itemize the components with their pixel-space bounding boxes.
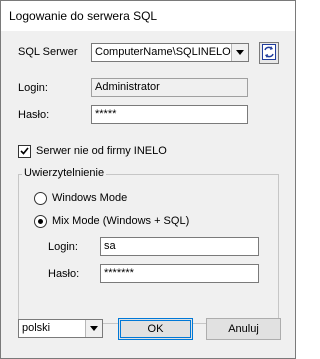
language-value: polski bbox=[22, 322, 51, 334]
cancel-button-label: Anuluj bbox=[228, 323, 259, 335]
non-inelo-checkbox[interactable] bbox=[18, 145, 31, 158]
ok-button[interactable]: OK bbox=[118, 318, 193, 340]
sql-password-label: Hasło: bbox=[48, 268, 80, 280]
sql-password-field[interactable]: ******* bbox=[100, 264, 259, 283]
cancel-button[interactable]: Anuluj bbox=[206, 318, 281, 340]
chevron-down-icon[interactable] bbox=[231, 44, 248, 61]
ok-button-label: OK bbox=[147, 323, 164, 335]
radio-selected-dot bbox=[38, 219, 43, 224]
windows-mode-radio[interactable] bbox=[34, 192, 47, 205]
sql-server-label: SQL Serwer bbox=[18, 46, 78, 58]
sql-login-field[interactable]: sa bbox=[100, 237, 259, 256]
check-icon bbox=[20, 146, 29, 158]
title-bar: Logowanie do serwera SQL bbox=[1, 1, 295, 31]
window-title: Logowanie do serwera SQL bbox=[9, 9, 158, 23]
login-label: Login: bbox=[18, 82, 48, 94]
windows-mode-label[interactable]: Windows Mode bbox=[52, 192, 127, 204]
language-select[interactable]: polski bbox=[18, 319, 103, 338]
mix-mode-radio[interactable] bbox=[34, 215, 47, 228]
refresh-icon bbox=[262, 43, 276, 63]
auth-group-title: Uwierzytelnienie bbox=[22, 167, 107, 179]
password-label: Hasło: bbox=[18, 109, 50, 121]
non-inelo-label[interactable]: Serwer nie od firmy INELO bbox=[36, 145, 167, 157]
mix-mode-label[interactable]: Mix Mode (Windows + SQL) bbox=[52, 215, 189, 227]
sql-server-select[interactable]: ComputerName\SQLINELO17 bbox=[91, 43, 249, 62]
dialog-content: SQL Serwer ComputerName\SQLINELO17 Login… bbox=[1, 31, 295, 358]
sql-login-label: Login: bbox=[48, 241, 78, 253]
chevron-down-icon[interactable] bbox=[85, 320, 102, 337]
password-field[interactable]: ***** bbox=[91, 105, 248, 124]
login-dialog: Logowanie do serwera SQL SQL Serwer Comp… bbox=[0, 0, 296, 359]
sql-server-value: ComputerName\SQLINELO17 bbox=[95, 46, 243, 58]
refresh-button[interactable] bbox=[259, 42, 279, 64]
login-field: Administrator bbox=[91, 78, 248, 97]
